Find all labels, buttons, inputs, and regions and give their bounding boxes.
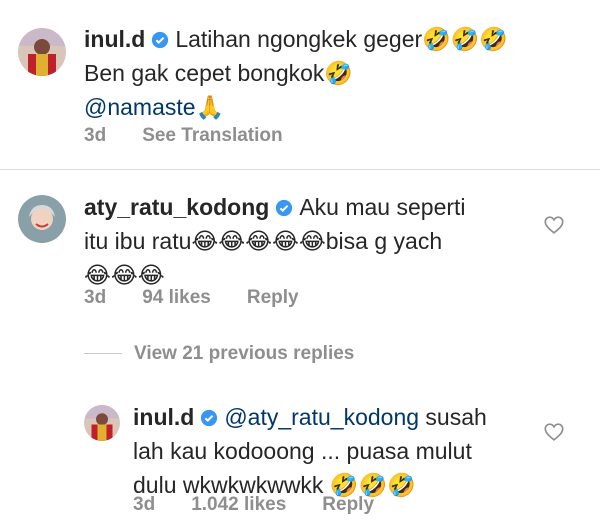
comment-body: inul.d Latihan ngongkek geger🤣🤣🤣 Ben gak …	[84, 22, 564, 124]
timestamp: 3d	[133, 494, 156, 515]
likes-count[interactable]: 94 likes	[142, 287, 211, 308]
divider	[0, 169, 600, 170]
heart-icon[interactable]	[543, 214, 565, 236]
comment-text: Ben gak cepet bongkok🤣	[84, 60, 354, 86]
comment-text: Aku mau seperti	[299, 194, 466, 220]
comment-text: itu ibu ratu😂😂😂😂😂bisa g yach	[84, 228, 443, 254]
mention-link[interactable]: @namaste🙏	[84, 90, 564, 124]
likes-count[interactable]: 1.042 likes	[191, 494, 286, 515]
username[interactable]: aty_ratu_kodong	[84, 194, 269, 220]
verified-badge-icon	[201, 409, 218, 427]
view-previous-replies-label: View 21 previous replies	[134, 343, 355, 364]
comment-body: aty_ratu_kodong Aku mau seperti itu ibu r…	[84, 190, 544, 292]
timestamp: 3d	[84, 287, 107, 308]
username[interactable]: inul.d	[133, 404, 194, 430]
verified-badge-icon	[276, 199, 293, 217]
reply-button[interactable]: Reply	[322, 494, 374, 515]
reply-body: inul.d @aty_ratu_kodong susah lah kau kod…	[133, 400, 553, 502]
verified-badge-icon	[152, 31, 169, 49]
replies-divider-line	[84, 353, 122, 355]
avatar[interactable]	[18, 195, 66, 243]
avatar[interactable]	[84, 405, 120, 441]
comment-meta: 3d See Translation	[84, 125, 319, 147]
comment-text: Latihan ngongkek geger🤣🤣🤣	[175, 26, 509, 52]
reply-meta: 3d 1.042 likes Reply	[133, 494, 410, 516]
reply-text: susah	[419, 404, 487, 430]
comment-meta: 3d 94 likes Reply	[84, 287, 335, 309]
heart-icon[interactable]	[543, 421, 565, 443]
view-previous-replies[interactable]: View 21 previous replies	[84, 343, 354, 365]
see-translation-button[interactable]: See Translation	[142, 125, 282, 146]
reply-button[interactable]: Reply	[247, 287, 299, 308]
timestamp: 3d	[84, 125, 107, 146]
avatar[interactable]	[18, 28, 66, 76]
mention-link[interactable]: @aty_ratu_kodong	[224, 404, 419, 430]
username[interactable]: inul.d	[84, 26, 145, 52]
reply-text: lah kau kodooong ... puasa mulut	[133, 438, 472, 464]
